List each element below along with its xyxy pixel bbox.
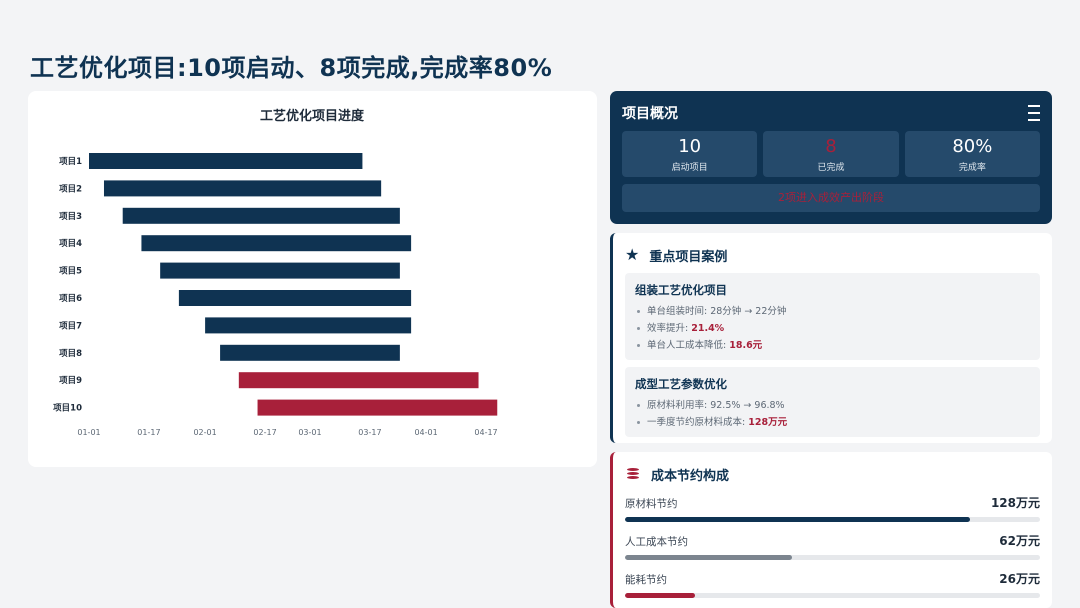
savings-label: 原材料节约 (625, 498, 678, 510)
x-tick-label: 04-01 (414, 428, 437, 437)
gantt-chart-card: 工艺优化项目进度项目1 项目2 项目3 项目4 项目5 项目6 项目7 项目8 项目9 项目10 0… (28, 91, 597, 467)
gantt-bar (178, 290, 412, 306)
y-tick-label: 项目8 (59, 349, 82, 359)
y-tick-label: 项目5 (59, 267, 82, 277)
stat-value: 80% (952, 136, 993, 157)
savings-amount: 26万元 (999, 572, 1040, 586)
section-title: 成本节约构成 (651, 468, 730, 484)
y-tick-label: 项目3 (59, 212, 82, 222)
case-title: 组装工艺优化项目 (635, 283, 727, 297)
case-card: 成型工艺参数优化 原材料利用率: 92.5% → 96.8% 一季度节约原材料成… (625, 367, 1040, 437)
case-line: 原材料利用率: 92.5% → 96.8% (635, 397, 1030, 414)
gantt-bar (89, 153, 363, 169)
case-line: 效率提升: 21.4% (635, 320, 1030, 337)
y-tick-label: 项目9 (59, 376, 82, 386)
gantt-bar (205, 317, 412, 334)
gantt-bar (141, 235, 412, 252)
cost-savings-panel: 成本节约构成 原材料节约 128万元 人工成本节约 62万元 能耗节约 26万元 (610, 452, 1052, 608)
case-line: 单台人工成本降低: 18.6元 (635, 337, 1030, 354)
savings-bar-fill (625, 593, 696, 598)
savings-row: 人工成本节约 62万元 (625, 532, 1040, 560)
page-title: 工艺优化项目:10项启动、8项完成,完成率80% (30, 54, 553, 82)
stat-label: 完成率 (958, 163, 986, 173)
x-tick-label: 02-17 (253, 428, 276, 437)
key-cases-panel: ★ 重点项目案例 组装工艺优化项目 单台组装时间: 28分钟 → 22分钟 效率… (610, 233, 1052, 443)
overview-note: 2项进入成效产出阶段 (622, 184, 1040, 212)
savings-amount: 128万元 (990, 496, 1040, 510)
gantt-chart: 工艺优化项目进度项目1 项目2 项目3 项目4 项目5 项目6 项目7 项目8 项目9 项目10 0… (53, 108, 498, 437)
stat-completed: 8 已完成 (763, 131, 899, 177)
star-icon: ★ (625, 245, 640, 264)
savings-bar-track (625, 555, 1040, 560)
savings-row: 原材料节约 128万元 (625, 494, 1040, 522)
list-check-icon (1022, 105, 1040, 121)
overview-panel: 项目概况 10 启动项目 8 已完成 80% 完成率 2项进入成效产出阶段 (610, 91, 1052, 224)
x-tick-label: 03-17 (358, 428, 381, 437)
stat-value: 10 (678, 136, 702, 157)
x-tick-label: 01-01 (77, 428, 100, 437)
x-tick-label: 04-17 (474, 428, 497, 437)
coins-icon (625, 466, 641, 482)
case-line: 单台组装时间: 28分钟 → 22分钟 (635, 303, 1030, 320)
section-title: 重点项目案例 (649, 249, 728, 265)
chart-title: 工艺优化项目进度 (260, 108, 365, 124)
savings-bar-track (625, 517, 1040, 522)
savings-amount: 62万元 (999, 534, 1040, 548)
gantt-bar (160, 262, 400, 279)
savings-label: 人工成本节约 (625, 536, 688, 548)
savings-bar-fill (625, 517, 970, 522)
y-tick-label: 项目10 (53, 404, 82, 414)
y-tick-label: 项目1 (59, 157, 82, 167)
y-tick-label: 项目4 (59, 239, 82, 249)
y-tick-label: 项目6 (59, 294, 82, 304)
gantt-bar (238, 372, 479, 389)
case-card: 组装工艺优化项目 单台组装时间: 28分钟 → 22分钟 效率提升: 21.4%… (625, 273, 1040, 360)
savings-bar-fill (625, 555, 793, 560)
overview-title: 项目概况 (622, 106, 678, 122)
stat-label: 已完成 (817, 163, 845, 173)
savings-label: 能耗节约 (625, 574, 667, 586)
gantt-bar (122, 207, 400, 224)
x-tick-label: 02-01 (193, 428, 216, 437)
stat-label: 启动项目 (671, 163, 708, 173)
y-tick-label: 项目7 (59, 321, 82, 331)
gantt-bar (257, 399, 498, 416)
case-line: 一季度节约原材料成本: 128万元 (635, 414, 1030, 431)
stat-started: 10 启动项目 (622, 131, 758, 177)
savings-row: 能耗节约 26万元 (625, 570, 1040, 598)
stat-rate: 80% 完成率 (904, 131, 1040, 177)
x-tick-label: 03-01 (298, 428, 321, 437)
stat-value: 8 (825, 136, 837, 157)
x-tick-label: 01-17 (137, 428, 160, 437)
gantt-bar (103, 180, 382, 197)
y-tick-label: 项目2 (59, 184, 82, 194)
case-title: 成型工艺参数优化 (635, 377, 727, 391)
gantt-bar (220, 344, 400, 361)
savings-bar-track (625, 593, 1040, 598)
